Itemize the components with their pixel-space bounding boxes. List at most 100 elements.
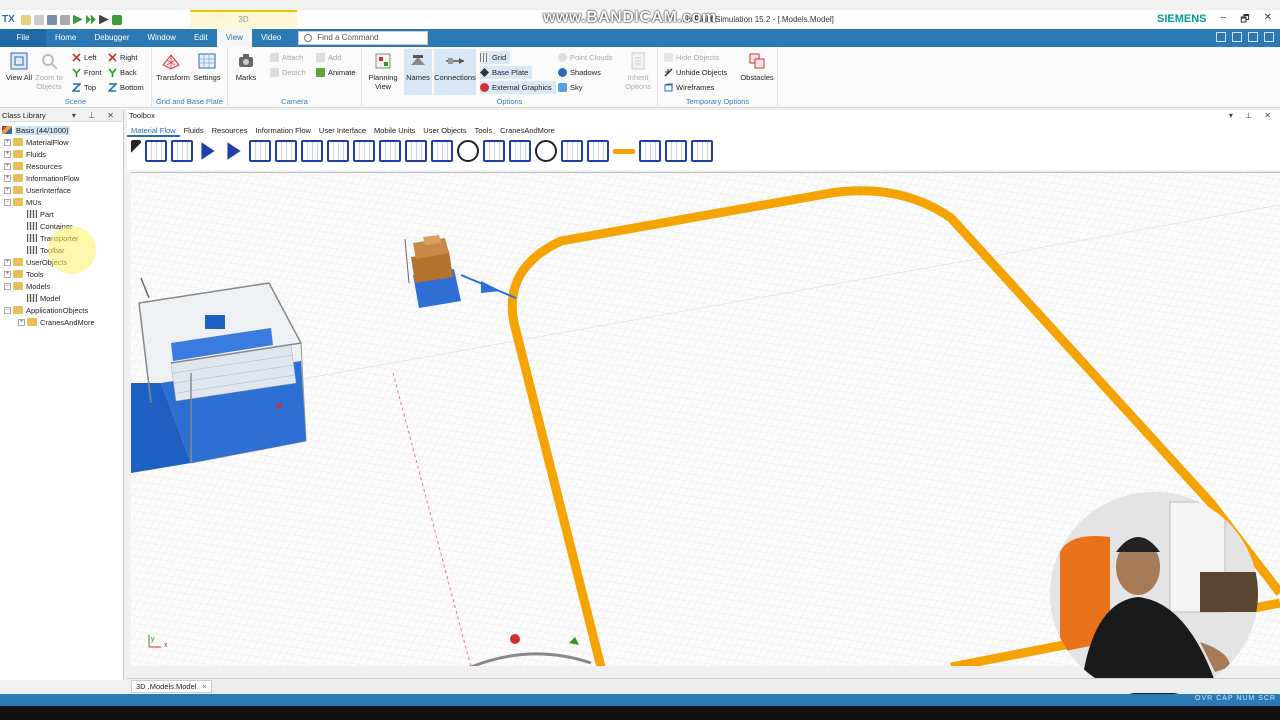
expand-icon[interactable]: +	[4, 162, 11, 170]
animate-button[interactable]: Animate	[316, 66, 356, 79]
tab-window[interactable]: Window	[138, 29, 184, 47]
point-clouds-toggle[interactable]: Point Clouds	[558, 51, 613, 64]
new-file-icon[interactable]	[20, 14, 31, 25]
start-icon[interactable]	[72, 14, 83, 25]
single-proc-icon[interactable]	[249, 140, 271, 162]
attach-button[interactable]: Attach	[270, 51, 303, 64]
dismantle-icon[interactable]	[327, 140, 349, 162]
tree-item-model[interactable]: Model	[0, 292, 123, 304]
names-button[interactable]: Names	[404, 49, 432, 95]
shadows-toggle[interactable]: Shadows	[558, 66, 601, 79]
conveyor-icon[interactable]	[613, 148, 635, 154]
expand-icon[interactable]: +	[4, 150, 11, 158]
source-icon[interactable]	[201, 142, 215, 160]
tab-video[interactable]: Video	[252, 29, 290, 47]
inherit-options-button[interactable]: Inherit Options	[622, 51, 654, 91]
store-icon[interactable]	[405, 140, 427, 162]
connections-button[interactable]: Connections	[434, 49, 476, 95]
exporter-icon[interactable]	[665, 140, 687, 162]
zoom-to-objects-button[interactable]: Zoom to Objects	[34, 51, 64, 91]
find-command-input[interactable]: Find a Command	[298, 31, 429, 45]
toolbox-tab-cranesandmore[interactable]: CranesAndMore	[496, 125, 559, 137]
close-tab-icon[interactable]: ×	[202, 682, 206, 691]
tree-item-userinterface[interactable]: + UserInterface	[0, 184, 123, 196]
drain-icon[interactable]	[227, 142, 241, 160]
add-camera-button[interactable]: Add	[316, 51, 341, 64]
step-icon[interactable]	[98, 14, 109, 25]
view-front-button[interactable]: Front	[72, 66, 102, 79]
sorter-icon[interactable]	[457, 140, 479, 162]
machine-station[interactable]	[131, 277, 307, 473]
pointer-icon[interactable]	[131, 140, 141, 162]
grid-toggle[interactable]: Grid	[480, 51, 511, 64]
tree-item-mus[interactable]: − MUs	[0, 196, 123, 208]
placebuffer-icon[interactable]	[639, 140, 661, 162]
ribbon-collapse-icon[interactable]	[1264, 32, 1274, 42]
obstacles-button[interactable]: Obstacles	[740, 51, 774, 82]
tree-item-resources[interactable]: + Resources	[0, 160, 123, 172]
close-button[interactable]: ✕	[1264, 12, 1272, 29]
tree-item-part[interactable]: Part	[0, 208, 123, 220]
transform-button[interactable]: Transform	[156, 51, 190, 82]
toolbox-tab-user-objects[interactable]: User Objects	[419, 125, 470, 137]
tab-home[interactable]: Home	[46, 29, 85, 47]
fast-forward-icon[interactable]	[85, 14, 96, 25]
line-icon[interactable]	[483, 140, 505, 162]
save-all-icon[interactable]	[59, 14, 70, 25]
restore-button[interactable]: 🗗	[1240, 12, 1249, 29]
expand-icon[interactable]: +	[4, 186, 11, 194]
tree-item-informationflow[interactable]: + InformationFlow	[0, 172, 123, 184]
collapse-icon[interactable]: −	[4, 282, 11, 290]
assembly-icon[interactable]	[301, 140, 323, 162]
layout-icon[interactable]	[1216, 32, 1226, 42]
expand-icon[interactable]: +	[4, 258, 11, 266]
unhide-objects-button[interactable]: Unhide Objects	[664, 66, 727, 79]
base-plate-toggle[interactable]: Base Plate	[480, 66, 533, 79]
expand-icon[interactable]: +	[18, 318, 25, 326]
clock-icon[interactable]	[171, 140, 193, 162]
flow-control-icon[interactable]	[691, 140, 713, 162]
toolbox-tab-tools[interactable]: Tools	[471, 125, 497, 137]
toolbox-tab-fluids[interactable]: Fluids	[180, 125, 208, 137]
toolbox-tab-resources[interactable]: Resources	[208, 125, 252, 137]
panel-controls[interactable]: ▾ ⊥ ✕	[72, 110, 119, 122]
view-all-button[interactable]: View All	[4, 51, 34, 82]
help-icon[interactable]	[1248, 32, 1258, 42]
open-file-icon[interactable]	[33, 14, 44, 25]
expand-icon[interactable]: +	[4, 270, 11, 278]
style-icon[interactable]	[1232, 32, 1242, 42]
collapse-icon[interactable]: −	[4, 306, 11, 314]
sky-toggle[interactable]: Sky	[558, 81, 583, 94]
turnplate-icon[interactable]	[561, 140, 583, 162]
save-icon[interactable]	[46, 14, 57, 25]
hide-objects-button[interactable]: Hide Objects	[664, 51, 719, 64]
view-left-button[interactable]: Left	[72, 51, 97, 64]
tree-item-cranesandmore[interactable]: + CranesAndMore	[0, 316, 123, 328]
view-bottom-button[interactable]: Bottom	[108, 81, 144, 94]
tree-item-materialflow[interactable]: + MaterialFlow	[0, 136, 123, 148]
tree-item-applicationobjects[interactable]: − ApplicationObjects	[0, 304, 123, 316]
collapse-icon[interactable]: −	[4, 198, 11, 206]
tab-view[interactable]: View	[216, 29, 252, 47]
minimize-button[interactable]: –	[1221, 12, 1227, 29]
angular-converter-icon[interactable]	[587, 140, 609, 162]
tree-item-models[interactable]: − Models	[0, 280, 123, 292]
shift-icon[interactable]	[353, 140, 375, 162]
connector-icon[interactable]	[145, 140, 167, 162]
toolbox-tab-mobile-units[interactable]: Mobile Units	[370, 125, 419, 137]
toolbox-tab-user-interface[interactable]: User Interface	[315, 125, 370, 137]
toolbox-tab-information-flow[interactable]: Information Flow	[251, 125, 314, 137]
tab-edit[interactable]: Edit	[185, 29, 217, 47]
turntable-icon[interactable]	[535, 140, 557, 162]
expand-icon[interactable]: +	[4, 138, 11, 146]
detach-button[interactable]: Detach	[270, 66, 306, 79]
contextual-tab-3d[interactable]: 3D	[190, 10, 297, 29]
grid-settings-button[interactable]: Settings	[192, 51, 222, 82]
marks-button[interactable]: Marks	[231, 51, 261, 82]
view-right-button[interactable]: Right	[108, 51, 138, 64]
wireframes-button[interactable]: Wireframes	[664, 81, 714, 94]
document-tab-model[interactable]: 3D .Models.Model ×	[131, 680, 212, 693]
view-back-button[interactable]: Back	[108, 66, 137, 79]
panel-controls[interactable]: ▾ ⊥ ✕	[1229, 110, 1276, 122]
buffer-icon[interactable]	[431, 140, 453, 162]
